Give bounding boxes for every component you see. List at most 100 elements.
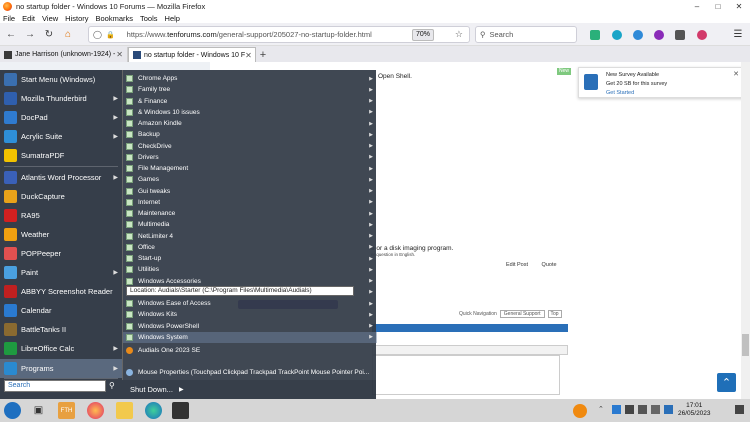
notification-icon[interactable] <box>735 405 744 414</box>
extension-icon[interactable] <box>590 30 600 40</box>
quote-button[interactable]: Quote <box>542 262 557 268</box>
submenu-item-start-up[interactable]: Start-up ▶ <box>123 253 377 264</box>
fth-app-icon[interactable]: FTH <box>58 402 75 419</box>
submenu-item-windows-kits[interactable]: Windows Kits ▶ <box>123 309 377 320</box>
zoom-level[interactable]: 70% <box>411 29 434 41</box>
pocket-icon[interactable] <box>675 30 685 40</box>
url-bar[interactable]: ◯ 🔒 https://www.tenforums.com/general-su… <box>88 26 470 43</box>
start-item-duckcapture[interactable]: DuckCapture <box>0 187 122 206</box>
menu-view[interactable]: View <box>42 14 58 23</box>
submenu-item-file-management[interactable]: File Management ▶ <box>123 163 377 174</box>
submenu-item-windows-accessories[interactable]: Windows Accessories ▶ <box>123 276 377 287</box>
tab-close-icon[interactable]: ✕ <box>245 51 252 60</box>
search-icon[interactable]: ⚲ <box>109 381 115 390</box>
submenu-item-checkdrive[interactable]: CheckDrive ▶ <box>123 141 377 152</box>
start-item-libreoffice-calc[interactable]: LibreOffice Calc ▶ <box>0 339 122 358</box>
submenu-item-netlimiter-4[interactable]: NetLimiter 4 ▶ <box>123 231 377 242</box>
extension-icon[interactable] <box>612 30 622 40</box>
extension-icon[interactable] <box>697 30 707 40</box>
submenu-item--finance[interactable]: & Finance ▶ <box>123 96 377 107</box>
submenu-item-maintenance[interactable]: Maintenance ▶ <box>123 208 377 219</box>
start-item-battletanks-ii[interactable]: BattleTanks II <box>0 320 122 339</box>
tray-icon[interactable] <box>664 405 673 414</box>
shutdown-button[interactable]: Shut Down... ▶ <box>122 380 376 399</box>
close-icon[interactable]: ✕ <box>733 70 739 78</box>
chevron-right-icon[interactable]: ▶ <box>179 386 184 393</box>
reply-editor[interactable] <box>372 355 560 395</box>
firefox-icon[interactable] <box>87 402 104 419</box>
submenu-item-windows-powershell[interactable]: Windows PowerShell ▶ <box>123 321 377 332</box>
menu-file[interactable]: File <box>3 14 15 23</box>
edge-icon[interactable] <box>145 402 162 419</box>
submenu-item-windows-ease-of-access[interactable]: Windows Ease of Access ▶ <box>123 298 377 309</box>
tab-jane-harrison[interactable]: Jane Harrison (unknown-1924) - ✕ <box>0 47 128 62</box>
start-item-docpad[interactable]: DocPad ▶ <box>0 108 122 127</box>
menu-edit[interactable]: Edit <box>22 14 35 23</box>
bookmark-star-icon[interactable]: ☆ <box>455 29 463 40</box>
submenu-item-backup[interactable]: Backup ▶ <box>123 129 377 140</box>
submenu-item-amazon-kindle[interactable]: Amazon Kindle ▶ <box>123 118 377 129</box>
start-item-weather[interactable]: Weather <box>0 225 122 244</box>
edit-post-button[interactable]: Edit Post <box>506 262 528 268</box>
submenu-item-office[interactable]: Office ▶ <box>123 242 377 253</box>
start-item-programs[interactable]: Programs ▶ <box>0 359 122 378</box>
extension-icon[interactable] <box>654 30 664 40</box>
volume-icon[interactable] <box>651 405 660 414</box>
submenu-item-multimedia[interactable]: Multimedia ▶ <box>123 219 377 230</box>
lock-icon[interactable]: 🔒 <box>106 31 115 39</box>
search-box[interactable]: ⚲ Search <box>475 26 577 43</box>
submenu-item--windows-10-issues[interactable]: & Windows 10 issues ▶ <box>123 107 377 118</box>
extension-icon[interactable] <box>633 30 643 40</box>
start-item-calendar[interactable]: Calendar <box>0 301 122 320</box>
submenu-item-family-tree[interactable]: Family tree ▶ <box>123 84 377 95</box>
top-button[interactable]: Top <box>547 310 562 318</box>
minimize-icon[interactable]: – <box>686 0 708 13</box>
start-button-icon[interactable] <box>4 402 21 419</box>
app-icon[interactable] <box>172 402 189 419</box>
close-icon[interactable]: ✕ <box>728 0 750 13</box>
submenu-item-games[interactable]: Games ▶ <box>123 174 377 185</box>
start-item-sumatrapdf[interactable]: SumatraPDF <box>0 146 122 165</box>
tab-no-startup-folder[interactable]: no startup folder - Windows 10 F ✕ <box>128 47 256 62</box>
start-item-poppeeper[interactable]: POPPeeper <box>0 244 122 263</box>
menu-history[interactable]: History <box>65 14 88 23</box>
hamburger-menu-icon[interactable]: ☰ <box>730 26 746 42</box>
start-item-atlantis-word-processor[interactable]: Atlantis Word Processor ▶ <box>0 168 122 187</box>
chevron-up-icon[interactable]: ⌃ <box>598 405 607 414</box>
submenu-item-chrome-apps[interactable]: Chrome Apps ▶ <box>123 73 377 84</box>
submenu-item-drivers[interactable]: Drivers ▶ <box>123 152 377 163</box>
menu-help[interactable]: Help <box>165 14 180 23</box>
start-item-mozilla-thunderbird[interactable]: Mozilla Thunderbird ▶ <box>0 89 122 108</box>
back-icon[interactable]: ← <box>3 26 19 42</box>
task-view-icon[interactable]: ▣ <box>30 402 47 419</box>
start-item-paint[interactable]: Paint ▶ <box>0 263 122 282</box>
tray-icon[interactable] <box>625 405 634 414</box>
start-search-input[interactable]: Search <box>4 380 106 392</box>
start-item-acrylic-suite[interactable]: Acrylic Suite ▶ <box>0 127 122 146</box>
submenu-app-audials[interactable]: Audials One 2023 SE <box>123 345 377 356</box>
survey-link[interactable]: Get Started <box>606 90 634 96</box>
menu-tools[interactable]: Tools <box>140 14 158 23</box>
clock[interactable]: 17:01 26/05/2023 <box>678 402 711 418</box>
survey-notification[interactable]: New Survey Available Get 20 SB for this … <box>578 67 744 98</box>
start-item-abbyy-screenshot-reader[interactable]: ABBYY Screenshot Reader <box>0 282 122 301</box>
page-scrollbar[interactable] <box>741 62 750 400</box>
submenu-item-internet[interactable]: Internet ▶ <box>123 197 377 208</box>
tab-close-icon[interactable]: ✕ <box>116 50 123 59</box>
submenu-item-windows-system[interactable]: Windows System ▶ <box>123 331 377 343</box>
submenu-item-utilities[interactable]: Utilities ▶ <box>123 264 377 275</box>
submenu-app-mouse-properties[interactable]: Mouse Properties (Touchpad Clickpad Trac… <box>123 367 377 378</box>
scrollbar-thumb[interactable] <box>742 334 749 356</box>
maximize-icon[interactable]: □ <box>707 0 729 13</box>
network-icon[interactable] <box>638 405 647 414</box>
forward-icon[interactable]: → <box>22 26 38 42</box>
file-explorer-icon[interactable] <box>116 402 133 419</box>
shield-icon[interactable]: ◯ <box>93 30 102 39</box>
scroll-to-top-button[interactable]: ⌃ <box>717 373 736 392</box>
tray-icon[interactable] <box>612 405 621 414</box>
home-icon[interactable]: ⌂ <box>60 26 76 42</box>
editor-toolbar[interactable] <box>372 345 568 355</box>
start-item-ra95[interactable]: RA95 <box>0 206 122 225</box>
menu-bookmarks[interactable]: Bookmarks <box>96 14 134 23</box>
quick-nav-select[interactable]: General Support <box>499 310 545 318</box>
